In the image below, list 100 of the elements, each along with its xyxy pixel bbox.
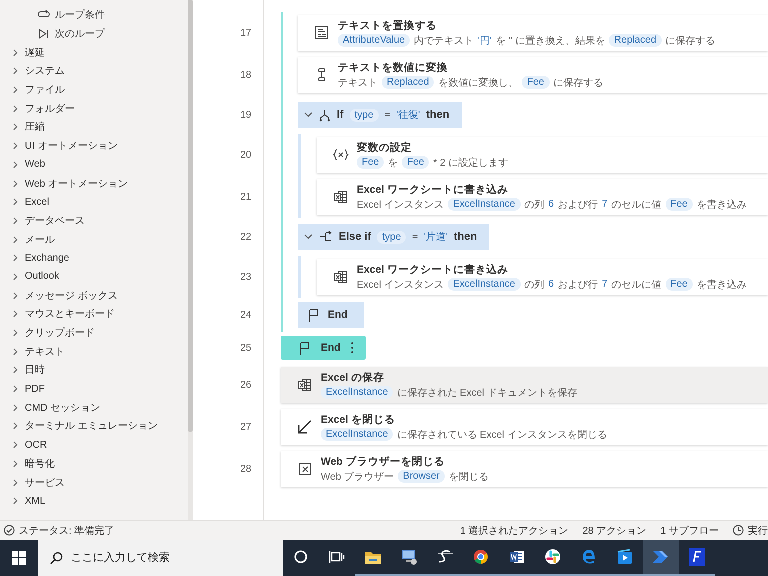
condition-header[interactable]: Else if type = '片道' then xyxy=(298,224,490,250)
end-block[interactable]: End xyxy=(298,302,364,328)
subflow-count: 1 サブフロー xyxy=(660,524,719,538)
sidebar-item[interactable]: システム xyxy=(0,62,188,81)
check-circle-icon xyxy=(4,525,15,536)
literal-value: '片道' xyxy=(424,230,448,244)
line-number: 17 xyxy=(239,26,253,40)
description-text: の列 xyxy=(524,278,544,292)
sidebar-item[interactable]: クリップボード xyxy=(0,324,188,342)
sidebar-item[interactable]: UI オートメーション xyxy=(0,136,188,156)
variable-chip: Replaced xyxy=(609,34,662,47)
description-text: = xyxy=(412,232,418,242)
literal-value: 6 xyxy=(548,279,554,290)
keyword-text: then xyxy=(454,231,478,243)
scrollbar-thumb[interactable] xyxy=(188,0,193,432)
variable-chip: Replaced xyxy=(382,76,434,89)
chevron-icon xyxy=(13,254,19,262)
sidebar-item[interactable]: Exchange xyxy=(0,248,188,268)
action-card[interactable]: Web ブラウザーを閉じる Web ブラウザー Browser を閉じる xyxy=(281,451,768,487)
line-number: 24 xyxy=(239,308,253,322)
flag-icon xyxy=(308,308,320,322)
line-number: 28 xyxy=(239,462,253,476)
action-title: Excel ワークシートに書き込み xyxy=(357,262,510,276)
action-card[interactable]: テキストを置換する AttributeValue 内でテキスト '円' を '' に置き換え、結果を Replaced に保存する xyxy=(298,15,768,51)
variable-chip: Fee xyxy=(357,156,384,169)
description-text: を書き込み xyxy=(696,198,747,212)
line-number: 25 xyxy=(239,342,253,356)
chevron-icon xyxy=(13,198,19,206)
chevron-icon xyxy=(13,366,19,374)
sidebar-item[interactable]: ターミナル エミュレーション xyxy=(0,417,188,436)
action-card[interactable]: テキストを数値に変換 テキスト Replaced を数値に変換し、 Fee に保存する xyxy=(298,57,768,93)
sidebar-item[interactable]: マウスとキーボード xyxy=(0,305,188,324)
action-title: Excel を閉じる xyxy=(321,412,396,426)
sidebar-item[interactable]: XML xyxy=(0,492,188,511)
description-text: を閉じる xyxy=(448,470,489,484)
sidebar-item[interactable]: Web オートメーション xyxy=(0,174,188,193)
chevron-icon xyxy=(13,478,19,487)
action-card[interactable]: 変数の設定 Fee を Fee * 2 に設定します xyxy=(317,137,768,173)
sidebar-item[interactable]: データベース xyxy=(0,212,188,230)
variable-chip: Fee xyxy=(522,76,550,89)
chevron-icon xyxy=(13,460,19,468)
chevron-icon[interactable] xyxy=(304,234,313,240)
sidebar-item[interactable]: メール xyxy=(0,230,188,249)
sidebar-item[interactable]: 遅延 xyxy=(0,43,188,62)
sidebar-item[interactable]: メッセージ ボックス xyxy=(0,286,188,305)
condition-header[interactable]: If type = '往復' then xyxy=(298,102,462,128)
search-field[interactable]: ここに入力して検索 xyxy=(38,540,283,576)
slack-icon xyxy=(545,549,561,565)
sidebar-item[interactable]: ループ条件 xyxy=(0,6,188,25)
end-label: End xyxy=(321,342,341,354)
sidebar-item[interactable]: 日時 xyxy=(0,361,188,380)
media-player-icon xyxy=(617,549,633,565)
branch-icon xyxy=(319,108,331,122)
chevron-icon xyxy=(13,160,19,169)
loop-end-block[interactable]: End xyxy=(281,336,366,360)
variable-chip: Fee xyxy=(402,156,430,169)
description-text: を数値に変換し、 xyxy=(438,76,518,90)
keyword-text: If xyxy=(337,109,344,121)
literal-value: '円' xyxy=(478,34,492,48)
sidebar-item[interactable]: OCR xyxy=(0,436,188,454)
sidebar-item[interactable]: CMD セッション xyxy=(0,398,188,418)
description-text: のセルに値 xyxy=(612,278,662,292)
chevron-icon xyxy=(13,310,19,318)
sidebar-item[interactable]: Outlook xyxy=(0,268,188,286)
more-icon[interactable] xyxy=(350,342,354,354)
sidebar-item[interactable]: 次のループ xyxy=(0,24,188,44)
spreadsheet-icon xyxy=(334,270,348,284)
action-title: Excel の保存 xyxy=(321,370,386,384)
description-text: = xyxy=(384,110,390,120)
variable-chip: ExcelInstance xyxy=(321,428,394,441)
description-text: を '' に置き換え、結果を xyxy=(496,34,606,48)
f-app-icon xyxy=(689,548,705,566)
chevron-icon xyxy=(13,236,19,244)
variable-chip: type xyxy=(350,108,379,122)
sidebar-item[interactable]: サービス xyxy=(0,473,188,492)
action-card[interactable]: Excel ワークシートに書き込み Excel インスタンス ExcelInstance の列 6 および行 7 のセルに値 Fee を書き込み xyxy=(317,179,768,215)
variable-chip: Browser xyxy=(398,470,445,483)
action-card[interactable]: Excel の保存 ExcelInstance に保存された Excel ドキュメントを保存 xyxy=(281,367,768,403)
chevron-icon[interactable] xyxy=(304,112,313,118)
edge-icon xyxy=(581,549,597,565)
task-view-icon xyxy=(329,550,345,564)
sidebar-item[interactable]: テキスト xyxy=(0,342,188,362)
sidebar-item[interactable]: PDF xyxy=(0,380,188,398)
sidebar-item[interactable]: 暗号化 xyxy=(0,454,188,474)
action-card[interactable]: Excel を閉じる ExcelInstance に保存されている Excel インスタンスを閉じる xyxy=(281,409,768,445)
action-title: テキストを数値に変換 xyxy=(338,60,449,74)
action-title: テキストを置換する xyxy=(338,18,438,32)
variable-chip: ExcelInstance xyxy=(448,198,520,211)
description-text: を xyxy=(388,156,398,170)
convert-icon xyxy=(317,68,327,82)
sidebar-item[interactable]: ファイル xyxy=(0,80,188,100)
chevron-icon xyxy=(13,104,19,113)
action-card[interactable]: Excel ワークシートに書き込み Excel インスタンス ExcelInstance の列 6 および行 7 のセルに値 Fee を書き込み xyxy=(317,259,768,295)
automate-icon xyxy=(652,550,670,564)
windows-logo-icon xyxy=(12,551,26,565)
sidebar-item[interactable]: 圧縮 xyxy=(0,118,188,137)
sidebar-item[interactable]: Web xyxy=(0,156,188,174)
sidebar-item[interactable]: フォルダー xyxy=(0,99,188,118)
sidebar-item[interactable]: Excel xyxy=(0,192,188,212)
chevron-icon xyxy=(13,142,19,150)
